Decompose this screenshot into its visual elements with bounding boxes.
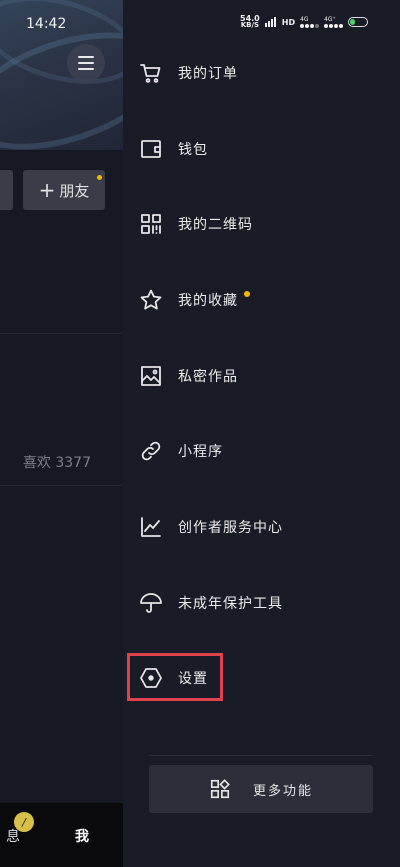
more-features-label: 更多功能 — [252, 783, 313, 799]
status-icons: 54.0 KB/S HD 4G 4G⁺ — [240, 14, 369, 29]
tab-me[interactable]: 我 — [75, 826, 89, 846]
signal-sim1: 4G — [300, 16, 320, 28]
divider — [0, 485, 123, 486]
menu-item-minor-protection[interactable]: 未成年保护工具 — [123, 573, 400, 633]
umbrella-icon — [138, 590, 164, 616]
menu-item-label: 私密作品 — [178, 369, 238, 385]
menu-item-label: 钱包 — [178, 142, 208, 158]
menu-item-label: 我的收藏 — [178, 293, 238, 309]
chart-line-icon — [138, 514, 164, 540]
status-time: 14:42 — [26, 16, 67, 32]
tab-messages[interactable]: 息 — [6, 826, 20, 846]
qr-code-icon — [138, 211, 164, 237]
hamburger-menu-button[interactable] — [67, 44, 105, 82]
divider — [0, 333, 123, 334]
menu-item-wallet[interactable]: 钱包 — [123, 119, 400, 179]
menu-item-label: 小程序 — [178, 444, 223, 460]
cart-icon — [138, 60, 164, 86]
hd-label: HD — [281, 17, 296, 27]
signal-bars-icon — [264, 17, 276, 27]
link-icon — [138, 438, 164, 464]
private-image-icon — [138, 363, 164, 389]
menu-item-favorites[interactable]: 我的收藏 — [123, 270, 400, 330]
add-friend-button[interactable]: + 朋友 — [23, 170, 105, 210]
wallet-icon — [138, 136, 164, 162]
menu-item-creator-center[interactable]: 创作者服务中心 — [123, 497, 400, 557]
network-speed: 54.0 KB/S — [240, 14, 260, 29]
menu-item-qr-code[interactable]: 我的二维码 — [123, 194, 400, 254]
menu-item-label: 创作者服务中心 — [178, 520, 283, 536]
plus-icon: + — [38, 178, 56, 202]
background-profile-page: + 朋友 喜欢 3377 / 息 我 — [0, 0, 123, 867]
new-indicator-dot — [244, 291, 250, 297]
drawer-divider — [149, 755, 373, 756]
settings-highlight-annotation — [127, 653, 223, 701]
menu-item-mini-programs[interactable]: 小程序 — [123, 421, 400, 481]
menu-item-label: 未成年保护工具 — [178, 596, 283, 612]
edit-profile-button-partial[interactable] — [0, 170, 13, 210]
battery-icon — [348, 17, 369, 27]
notification-dot — [97, 175, 102, 180]
menu-item-orders[interactable]: 我的订单 — [123, 43, 400, 103]
add-friend-label: 朋友 — [59, 181, 90, 200]
more-features-button[interactable]: 更多功能 — [149, 765, 373, 813]
star-icon — [138, 287, 164, 313]
apps-grid-icon — [210, 779, 230, 799]
likes-count[interactable]: 喜欢 3377 — [23, 452, 91, 472]
menu-item-label: 我的订单 — [178, 66, 238, 82]
signal-sim2: 4G⁺ — [324, 16, 344, 28]
status-bar: 14:42 54.0 KB/S HD 4G 4G⁺ — [0, 0, 400, 44]
menu-item-private-works[interactable]: 私密作品 — [123, 346, 400, 406]
menu-item-label: 我的二维码 — [178, 217, 253, 233]
